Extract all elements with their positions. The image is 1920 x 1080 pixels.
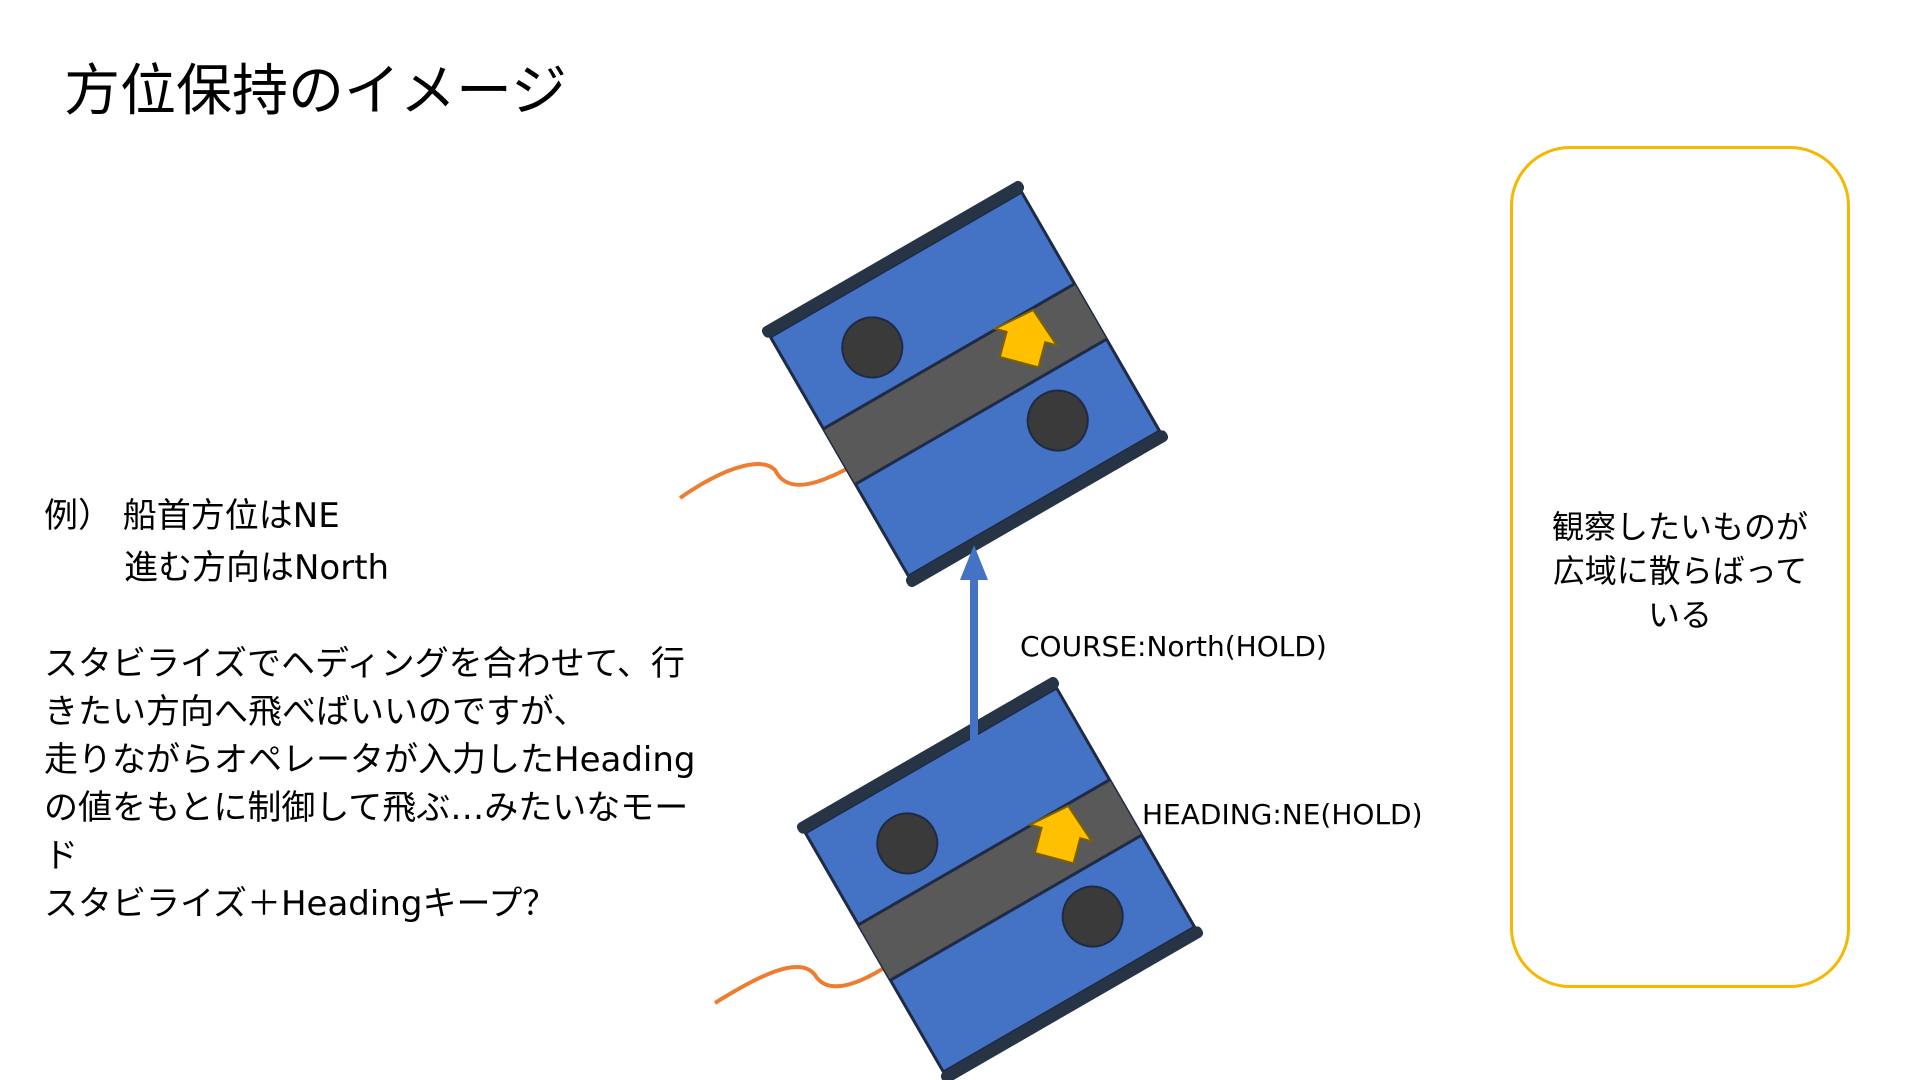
observation-line: いる [1647,596,1712,634]
course-label: COURSE:North(HOLD) [1020,630,1327,663]
heading-label: HEADING:NE(HOLD) [1142,798,1423,831]
observation-line: 観察したいものが [1551,508,1808,546]
observation-area: 観察したいものが 広域に散らばって いる [1510,146,1850,988]
boat-bottom [793,673,1207,1080]
boat-top [758,177,1172,591]
observation-line: 広域に散らばって [1552,552,1808,590]
observation-text: 観察したいものが 広域に散らばって いる [1513,505,1847,637]
